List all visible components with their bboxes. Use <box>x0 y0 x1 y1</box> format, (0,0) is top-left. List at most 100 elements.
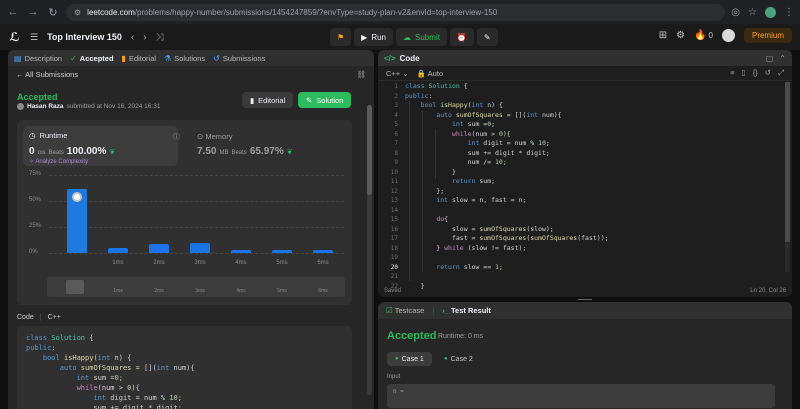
run-button[interactable]: ▶ Run <box>354 28 394 46</box>
runtime-card[interactable]: ◷ Runtime 0 ms Beats 100.00% ❦ ✧ Analyze … <box>23 126 180 166</box>
tab-test-result[interactable]: ›_ Test Result <box>442 306 491 315</box>
eye-off-icon[interactable]: ◎ <box>731 7 740 18</box>
editor-line[interactable]: }; <box>405 187 609 197</box>
editor-line[interactable]: num /= 10; <box>405 158 609 168</box>
chart-range-scrubber[interactable] <box>47 277 345 297</box>
editor-line[interactable]: do{ <box>405 215 609 225</box>
code-editor[interactable]: 1 2 3 4 5 6 7 8 9 10 11 12 13 14 15 16 17 18 19 20 21 22 clas… <box>378 82 792 290</box>
tab-editorial[interactable]: ▮ Editorial <box>122 54 157 63</box>
prev-problem-icon[interactable]: ‹ <box>131 32 134 43</box>
expand-icon[interactable]: ⤢ <box>778 68 784 78</box>
list-icon[interactable]: ≡ <box>730 68 734 78</box>
editor-line[interactable]: auto sumOfSquares = [](int num){ <box>405 111 609 121</box>
maximize-icon[interactable]: ▢ <box>766 54 774 63</box>
left-scrollbar[interactable] <box>367 105 372 395</box>
chart-bar-2ms[interactable] <box>149 243 169 253</box>
editor-line[interactable]: slow = sumOfSquares(slow); <box>405 225 609 235</box>
alarm-button[interactable]: ⏰ <box>449 28 474 46</box>
editor-line[interactable] <box>405 272 609 282</box>
editor-line[interactable]: } <box>405 168 609 178</box>
problem-list-title[interactable]: Top Interview 150 <box>47 32 122 42</box>
share-link-icon[interactable]: ⛓ <box>356 70 366 79</box>
chart-bar-6ms[interactable] <box>313 249 333 253</box>
collapse-icon[interactable]: ⌃ <box>779 54 786 63</box>
language-select[interactable]: C++ ⌄ <box>386 69 409 78</box>
editor-scrollbar-thumb[interactable] <box>785 82 790 242</box>
editor-line[interactable]: while(num > 0){ <box>405 130 609 140</box>
splitter-grip[interactable] <box>578 299 592 300</box>
editor-line[interactable]: class Solution { <box>405 82 609 92</box>
bookmark-icon[interactable]: ▯ <box>742 68 746 78</box>
chart-bar-4ms[interactable] <box>231 249 251 253</box>
submit-button[interactable]: ☁ Submit <box>396 28 447 46</box>
scrubber-handle[interactable] <box>66 280 84 294</box>
tab-description[interactable]: ▤ Description <box>14 54 62 63</box>
fire-streak[interactable]: 🔥 0 <box>694 30 713 41</box>
code-line: auto sumOfSquares = [](int num){ <box>59 364 195 372</box>
editor-line[interactable]: } while (slow != fast); <box>405 244 609 254</box>
case-2-tab[interactable]: ● Case 2 <box>436 352 481 366</box>
memory-label: Memory <box>205 132 233 141</box>
editor-scrollbar[interactable] <box>785 82 790 272</box>
editor-line[interactable]: int digit = num % 10; <box>405 139 609 149</box>
code-tab[interactable]: </> Code <box>384 54 420 63</box>
back-arrow-icon[interactable]: ← <box>6 5 20 19</box>
debug-button[interactable]: ⚑ <box>330 28 352 46</box>
editor-line[interactable]: bool isHappy(int n) { <box>405 101 609 111</box>
top-navigation: ℒ ☰ Top Interview 150 ‹ › ⤨ ⚑ ▶ Run ☁ Subm… <box>0 24 800 50</box>
chart-bar-5ms[interactable] <box>272 249 292 253</box>
next-problem-icon[interactable]: › <box>143 32 146 43</box>
chart-bar-1ms[interactable] <box>108 247 128 253</box>
leetcode-logo-icon[interactable]: ℒ <box>8 30 21 44</box>
braces-icon[interactable]: {} <box>753 68 758 78</box>
forward-arrow-icon[interactable]: → <box>26 5 40 19</box>
editor-line[interactable]: fast = sumOfSquares(sumOfSquares(fast)); <box>405 234 609 244</box>
all-submissions-link[interactable]: ← All Submissions <box>16 70 78 79</box>
editor-line[interactable]: int sum =0; <box>405 120 609 130</box>
site-info-icon[interactable]: ⚙ <box>74 8 81 17</box>
editorial-button[interactable]: ▮ Editorial <box>242 92 294 108</box>
input-value-box[interactable]: n = <box>387 384 775 408</box>
editor-line[interactable]: return slow == 1; <box>405 263 609 273</box>
solution-button[interactable]: ✎ Solution <box>298 92 352 108</box>
list-icon[interactable]: ☰ <box>30 32 38 43</box>
editor-line[interactable] <box>405 206 609 216</box>
editor-line[interactable]: int slow = n, fast = n; <box>405 196 609 206</box>
case-1-tab[interactable]: ● Case 1 <box>387 352 432 366</box>
user-avatar[interactable] <box>721 29 735 42</box>
tab-label: Accepted <box>79 53 114 63</box>
reload-icon[interactable]: ↻ <box>46 5 60 19</box>
tab-submissions[interactable]: ↺ Submissions <box>213 54 265 63</box>
settings-gear-icon[interactable]: ⚙ <box>676 30 685 41</box>
chart-bar-3ms[interactable] <box>190 242 210 253</box>
reset-icon[interactable]: ↺ <box>765 68 771 78</box>
tab-solutions[interactable]: ⚗ Solutions <box>164 54 205 63</box>
profile-icon[interactable] <box>765 6 776 18</box>
info-icon[interactable]: ⓘ <box>173 132 180 142</box>
test-result-label: Test Result <box>451 306 491 315</box>
mode-value: Auto <box>427 68 444 78</box>
editor-line[interactable]: return sum; <box>405 177 609 187</box>
memory-label-row[interactable]: ⊙ Memory <box>197 132 232 141</box>
code-brackets-icon: </> <box>384 53 396 63</box>
editor-line[interactable]: public: <box>405 92 609 102</box>
browser-toolbar: ← → ↻ ⚙ leetcode.com/problems/happy-numb… <box>0 0 800 24</box>
editor-code[interactable]: class Solution {public: bool isHappy(int… <box>405 82 609 291</box>
y-tick-label: 0% <box>29 249 38 255</box>
analyze-complexity-link[interactable]: ✧ Analyze Complexity <box>29 158 88 165</box>
menu-dots-icon[interactable]: ⋮ <box>784 7 794 18</box>
tab-accepted[interactable]: ✓ Accepted <box>70 54 113 63</box>
bookmark-star-icon[interactable]: ☆ <box>748 7 757 18</box>
author-name[interactable]: Hasan Raza <box>27 103 64 110</box>
editor-line[interactable] <box>405 253 609 263</box>
tab-testcase[interactable]: ☑ Testcase <box>386 306 424 315</box>
premium-button[interactable]: Premium <box>743 28 792 43</box>
shuffle-icon[interactable]: ⤨ <box>156 32 164 43</box>
left-scrollbar-thumb[interactable] <box>367 105 372 195</box>
notes-button[interactable]: ✎ <box>476 28 498 46</box>
editor-line[interactable]: sum += digit * digit; <box>405 149 609 159</box>
address-bar[interactable]: ⚙ leetcode.com/problems/happy-number/sub… <box>66 3 726 21</box>
runtime-unit: ms <box>37 150 46 156</box>
layout-grid-icon[interactable]: ⊞ <box>659 30 667 41</box>
auto-mode-toggle[interactable]: 🔒 Auto <box>417 69 443 78</box>
